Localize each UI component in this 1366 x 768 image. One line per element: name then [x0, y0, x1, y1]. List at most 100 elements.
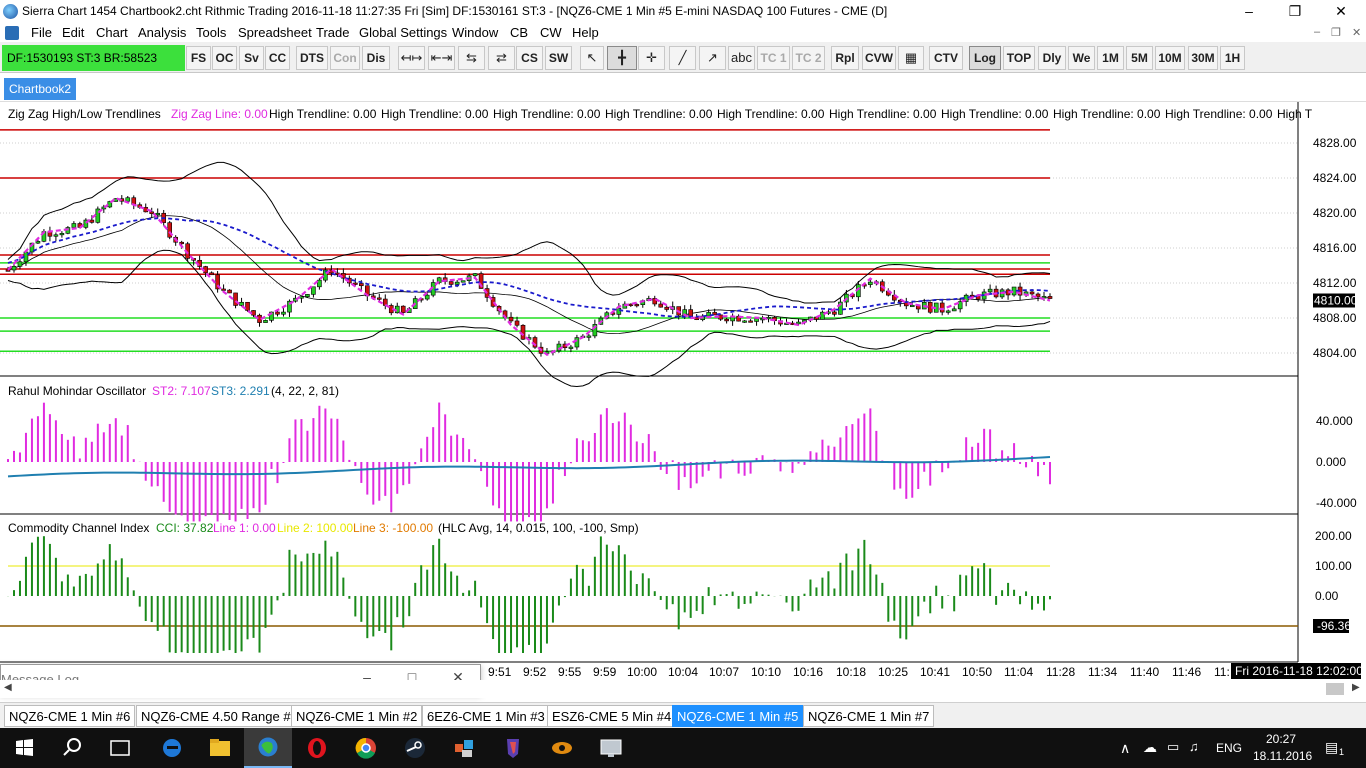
tray-language[interactable]: ENG — [1216, 741, 1242, 755]
menu-global-settings[interactable]: Global Settings — [359, 25, 447, 40]
crosshair-icon[interactable]: ╋ — [607, 46, 637, 70]
app-eye-icon[interactable] — [538, 728, 586, 768]
rmo-st3: ST3: 2.291 — [211, 384, 270, 398]
rmo-name: Rahul Mohindar Oscillator — [8, 384, 146, 398]
bull-candle — [155, 213, 161, 216]
sierra-chart-icon[interactable] — [244, 728, 292, 768]
app-shield-icon[interactable] — [489, 728, 537, 768]
chart-system-menu-icon[interactable] — [5, 26, 19, 40]
menu-analysis[interactable]: Analysis — [138, 25, 186, 40]
bear-candle — [832, 311, 837, 315]
tray-chevron-icon[interactable]: ∧ — [1120, 740, 1130, 757]
chart-tab-3[interactable]: 6EZ6-CME 1 Min #3 — [422, 705, 550, 727]
cc-button[interactable]: CC — [265, 46, 290, 70]
10m-button[interactable]: 10M — [1155, 46, 1185, 70]
menu-help[interactable]: Help — [572, 25, 599, 40]
line-tool-icon[interactable]: ╱ — [669, 46, 696, 70]
menu-chart[interactable]: Chart — [96, 25, 128, 40]
scale-range-icon[interactable]: ↤↦ — [398, 46, 425, 70]
rpl-button[interactable]: Rpl — [831, 46, 859, 70]
sw-button[interactable]: SW — [545, 46, 572, 70]
tray-time[interactable]: 20:27 — [1266, 732, 1296, 746]
cvw-button[interactable]: CVW — [862, 46, 896, 70]
menu-cb[interactable]: CB — [510, 25, 528, 40]
task-view-icon[interactable] — [96, 728, 144, 768]
mdi-minimize-button[interactable]: – — [1314, 26, 1320, 38]
chart-tab-6[interactable]: NQZ6-CME 1 Min #6 — [4, 705, 136, 727]
scroll-left-icon[interactable]: ◀ — [4, 682, 12, 693]
oc-button[interactable]: OC — [212, 46, 237, 70]
chrome-icon[interactable] — [342, 728, 390, 768]
bear-candle — [245, 301, 250, 311]
edge-icon[interactable] — [148, 728, 196, 768]
tray-date[interactable]: 18.11.2016 — [1253, 749, 1312, 763]
cursor-cross-icon[interactable]: ✛ — [638, 46, 665, 70]
menu-window[interactable]: Window — [452, 25, 498, 40]
bar-compress-icon[interactable]: ⇄ — [488, 46, 515, 70]
search-icon[interactable] — [48, 728, 96, 768]
menu-edit[interactable]: Edit — [62, 25, 84, 40]
chart-area[interactable]: Zig Zag High/Low Trendlines Zig Zag Line… — [0, 102, 1366, 678]
datetime-stamp: Fri 2016-11-18 12:02:00 — [1231, 663, 1363, 679]
time-axis-label: 9:52 — [523, 665, 547, 678]
tray-network-icon[interactable]: ▭ — [1167, 739, 1179, 755]
close-button[interactable]: ✕ — [1318, 0, 1364, 23]
chart-tab-5[interactable]: NQZ6-CME 1 Min #5 — [672, 705, 804, 727]
menu-tools[interactable]: Tools — [196, 25, 226, 40]
tc2-button[interactable]: TC 2 — [792, 46, 825, 70]
start-icon[interactable] — [0, 728, 48, 768]
1h-button[interactable]: 1H — [1220, 46, 1245, 70]
mdi-close-button[interactable]: ✕ — [1352, 26, 1361, 39]
chart-tab-7[interactable]: NQZ6-CME 1 Min #7 — [803, 705, 935, 727]
dts-button[interactable]: DTS — [296, 46, 328, 70]
opera-icon[interactable] — [293, 728, 341, 768]
bar-spacing-icon[interactable]: ⇆ — [458, 46, 485, 70]
calculator-icon[interactable]: ▦ — [898, 46, 924, 70]
minimize-button[interactable]: – — [1226, 0, 1272, 23]
chart-tab-2[interactable]: NQZ6-CME 1 Min #2 — [291, 705, 423, 727]
steam-icon[interactable] — [391, 728, 439, 768]
log-button[interactable]: Log — [969, 46, 1001, 70]
scroll-right-icon[interactable]: ▶ — [1352, 682, 1360, 693]
con-button[interactable]: Con — [330, 46, 360, 70]
scroll-thumb[interactable] — [1326, 683, 1344, 695]
dis-button[interactable]: Dis — [362, 46, 390, 70]
tray-volume-icon[interactable]: ♫ — [1189, 739, 1199, 754]
5m-button[interactable]: 5M — [1126, 46, 1153, 70]
chart-tab-4[interactable]: ESZ6-CME 5 Min #4 — [547, 705, 677, 727]
time-axis-label: 11:04 — [1004, 665, 1033, 678]
app-boxes-icon[interactable] — [440, 728, 488, 768]
rmo-pane — [7, 402, 1051, 522]
weekly-button[interactable]: We — [1068, 46, 1095, 70]
menu-spreadsheet[interactable]: Spreadsheet — [238, 25, 312, 40]
menu-file[interactable]: File — [31, 25, 52, 40]
price-axis-label: 4816.00 — [1313, 241, 1357, 255]
30m-button[interactable]: 30M — [1188, 46, 1218, 70]
1m-button[interactable]: 1M — [1097, 46, 1124, 70]
fs-button[interactable]: FS — [186, 46, 211, 70]
tab-chartbook2[interactable]: Chartbook2 — [4, 78, 77, 100]
sv-button[interactable]: Sv — [239, 46, 264, 70]
notification-icon[interactable]: ▤ — [1325, 739, 1338, 756]
cs-button[interactable]: CS — [516, 46, 543, 70]
menu-cw[interactable]: CW — [540, 25, 562, 40]
daily-button[interactable]: Dly — [1038, 46, 1066, 70]
horizontal-scrollbar[interactable]: ◀ ▶ — [0, 680, 1366, 698]
time-axis-label: 11:40 — [1130, 665, 1159, 678]
scale-expand-icon[interactable]: ⇤⇥ — [428, 46, 455, 70]
top-button[interactable]: TOP — [1003, 46, 1035, 70]
cci-line2: Line 2: 100.00 — [277, 521, 353, 535]
chart-tab-1[interactable]: NQZ6-CME 4.50 Range #1 — [136, 705, 303, 727]
file-explorer-icon[interactable] — [196, 728, 244, 768]
high-trendline-label: High Trendline: 0.00 — [269, 107, 377, 121]
ctv-button[interactable]: CTV — [929, 46, 963, 70]
app-monitor-icon[interactable] — [587, 728, 635, 768]
tc1-button[interactable]: TC 1 — [757, 46, 790, 70]
tray-cloud-icon[interactable]: ☁ — [1143, 739, 1157, 756]
mdi-restore-button[interactable]: ❐ — [1331, 26, 1341, 39]
pointer-icon[interactable]: ↖ — [580, 46, 604, 70]
menu-trade[interactable]: Trade — [316, 25, 349, 40]
restore-button[interactable]: ❐ — [1272, 0, 1318, 23]
text-tool-button[interactable]: abc — [728, 46, 755, 70]
ray-tool-icon[interactable]: ↗ — [699, 46, 726, 70]
